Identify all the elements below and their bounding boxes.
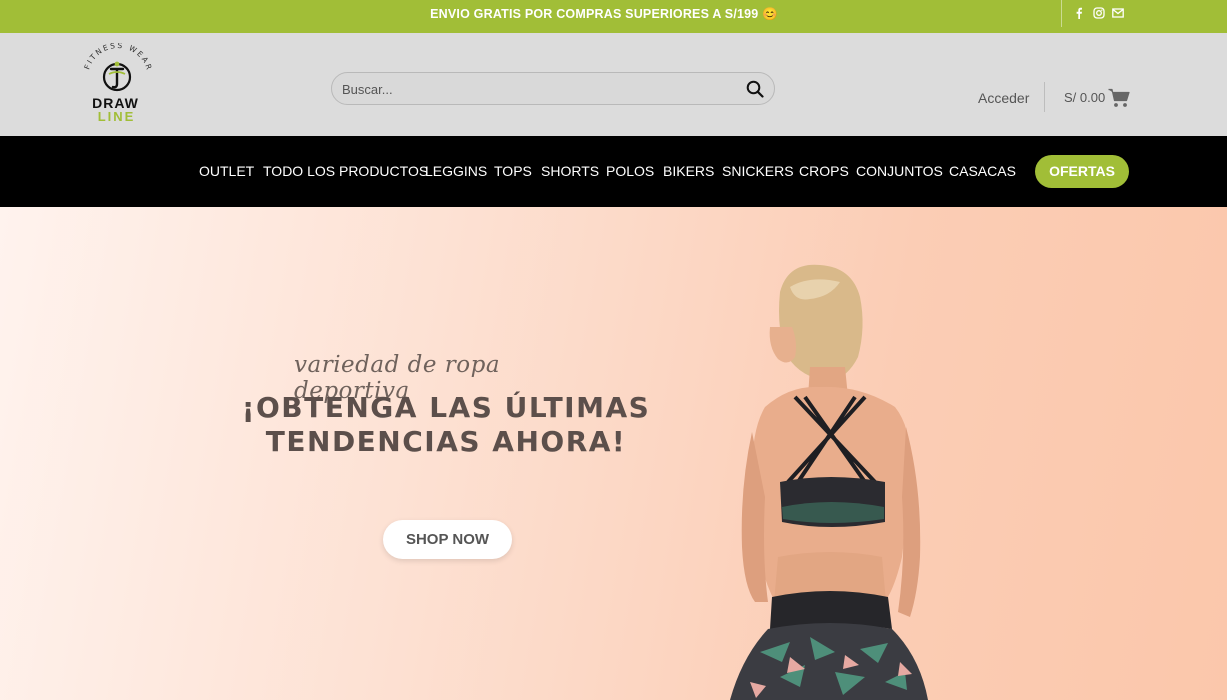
cart-total[interactable]: S/ 0.00 bbox=[1064, 90, 1105, 105]
search-box bbox=[331, 72, 775, 105]
nav-item-leggins[interactable]: LEGGINS bbox=[425, 163, 487, 179]
header-divider bbox=[1044, 82, 1045, 112]
promo-bar: ENVIO GRATIS POR COMPRAS SUPERIORES A S/… bbox=[0, 0, 1227, 33]
search-input[interactable] bbox=[342, 79, 722, 99]
nav-item-casacas[interactable]: CASACAS bbox=[949, 163, 1016, 179]
search-icon[interactable] bbox=[746, 80, 764, 98]
hero-headline: ¡OBTENGA LAS ÚLTIMAS TENDENCIAS AHORA! bbox=[236, 391, 656, 459]
site-header: FITNESS WEAR DRAW LINE Acceder S/ 0.00 bbox=[0, 33, 1227, 136]
nav-item-outlet[interactable]: OUTLET bbox=[199, 163, 254, 179]
nav-item-polos[interactable]: POLOS bbox=[606, 163, 654, 179]
ofertas-button[interactable]: OFERTAS bbox=[1035, 155, 1129, 188]
nav-item-shorts[interactable]: SHORTS bbox=[541, 163, 599, 179]
nav-item-snickers[interactable]: SNICKERS bbox=[722, 163, 794, 179]
hero-banner: variedad de ropa deportiva ¡OBTENGA LAS … bbox=[0, 207, 1227, 700]
nav-item-bikers[interactable]: BIKERS bbox=[663, 163, 714, 179]
logo[interactable]: FITNESS WEAR DRAW LINE bbox=[76, 41, 161, 128]
cart-icon[interactable] bbox=[1108, 88, 1130, 108]
promo-text: ENVIO GRATIS POR COMPRAS SUPERIORES A S/… bbox=[430, 7, 778, 21]
model-image bbox=[730, 264, 928, 700]
nav-item-conjuntos[interactable]: CONJUNTOS bbox=[856, 163, 943, 179]
login-link[interactable]: Acceder bbox=[978, 90, 1029, 106]
mail-icon[interactable] bbox=[1112, 7, 1125, 20]
facebook-icon[interactable] bbox=[1073, 7, 1086, 20]
main-nav: OUTLET TODO LOS PRODUCTOS LEGGINS TOPS S… bbox=[0, 136, 1227, 207]
nav-item-crops[interactable]: CROPS bbox=[799, 163, 849, 179]
promo-divider bbox=[1061, 0, 1062, 27]
shop-now-button[interactable]: SHOP NOW bbox=[383, 520, 512, 559]
nav-item-todo-los-productos[interactable]: TODO LOS PRODUCTOS bbox=[263, 163, 428, 179]
hero-headline-line1: ¡OBTENGA LAS ÚLTIMAS bbox=[241, 391, 651, 424]
nav-item-tops[interactable]: TOPS bbox=[494, 163, 532, 179]
instagram-icon[interactable] bbox=[1093, 7, 1106, 20]
logo-text-line: LINE bbox=[97, 109, 136, 124]
hero-headline-line2: TENDENCIAS AHORA! bbox=[265, 425, 627, 458]
